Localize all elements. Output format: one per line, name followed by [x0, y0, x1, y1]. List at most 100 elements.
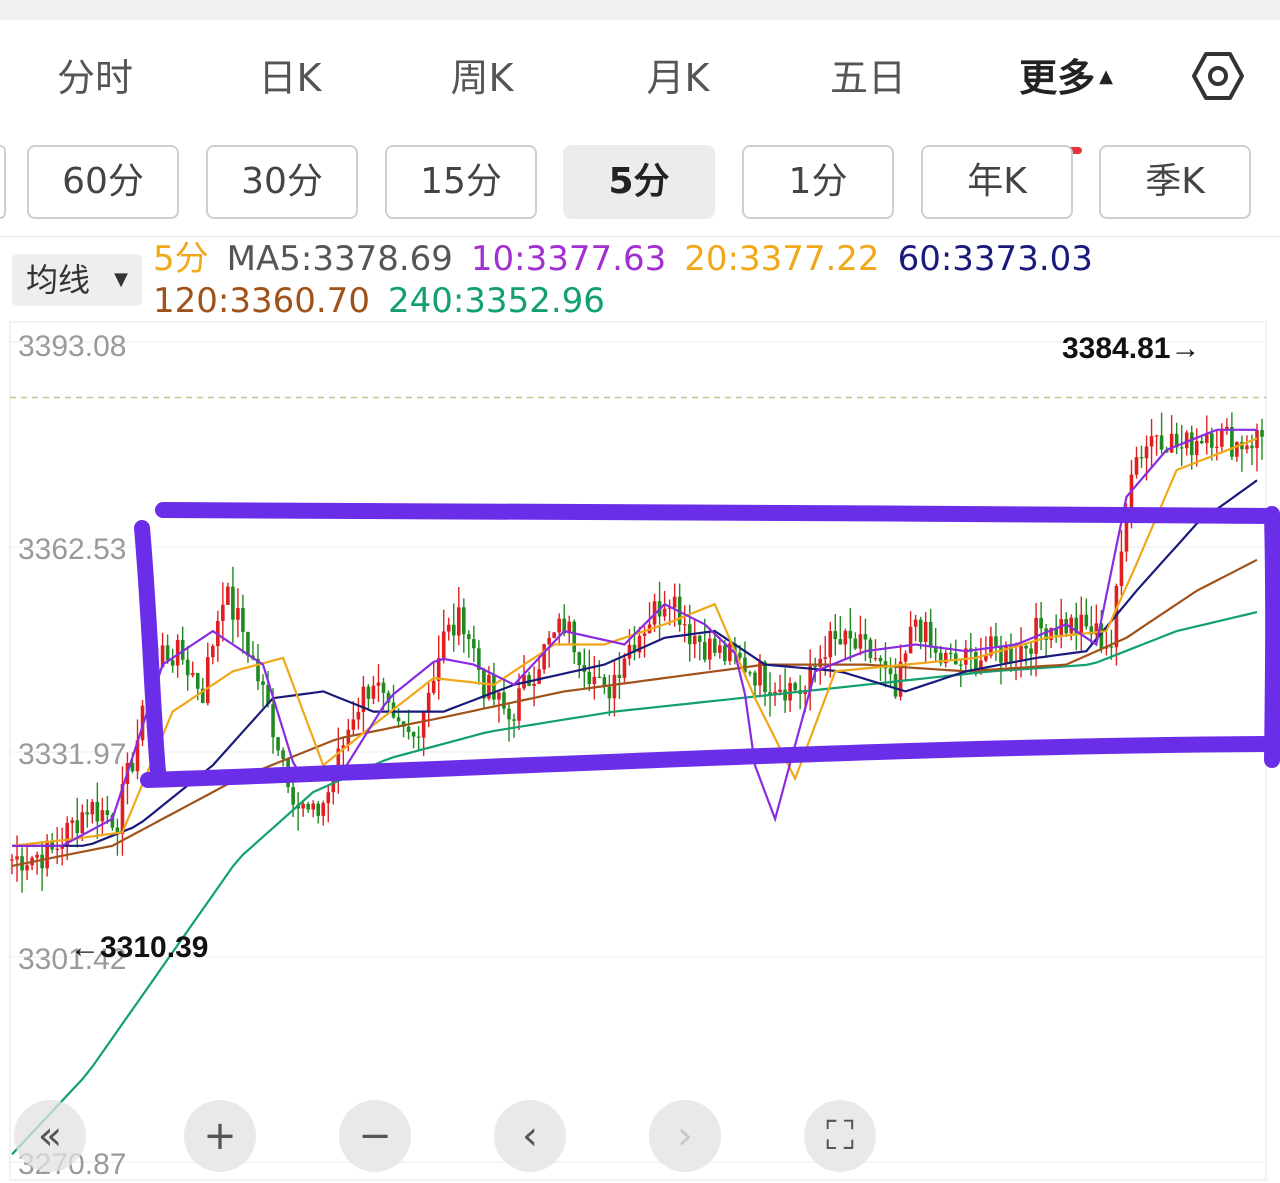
candle-body: [261, 681, 265, 685]
candle-body: [95, 801, 100, 822]
ma-selector-label: 均线: [26, 261, 91, 299]
period-15min-button[interactable]: 15分: [385, 145, 537, 219]
ma120-line: [11, 558, 1258, 867]
legend-ma20: 20:3377.22: [684, 239, 880, 279]
candle-body: [612, 674, 617, 699]
candle-body: [532, 683, 536, 686]
candle-body: [1039, 617, 1043, 629]
candle-body: [25, 865, 29, 871]
candle-body: [858, 634, 863, 649]
scroll-left-button[interactable]: ‹: [494, 1100, 566, 1172]
candle-body: [1154, 435, 1159, 437]
zoom-out-button[interactable]: −: [339, 1100, 411, 1172]
candle-body: [622, 658, 627, 678]
candle-body: [426, 692, 431, 711]
candle-body: [1139, 457, 1144, 459]
kline-chart[interactable]: 3393.083362.533331.973301.423270.87 3384…: [0, 320, 1280, 1182]
candle-body: [1159, 435, 1164, 450]
legend-period: 5分: [153, 239, 209, 279]
settings-button[interactable]: [1190, 48, 1246, 104]
tab-intraday[interactable]: 分时: [45, 50, 145, 106]
tab-daily-k[interactable]: 日K: [240, 50, 340, 106]
candle-body: [1144, 446, 1149, 459]
candle-body: [416, 736, 421, 738]
candle-body: [276, 737, 280, 751]
divider: [0, 236, 1280, 237]
candle-body: [472, 639, 476, 649]
tab-monthly-k[interactable]: 月K: [628, 50, 728, 106]
candle-body: [1134, 457, 1139, 475]
candle-body: [923, 621, 928, 642]
candle-body: [542, 644, 546, 670]
period-year-k-button[interactable]: 年K: [921, 145, 1073, 219]
candle-body: [948, 652, 953, 655]
zoom-in-button[interactable]: +: [184, 1100, 256, 1172]
candle-body: [170, 660, 175, 666]
candle-body: [306, 803, 310, 810]
candle-body: [1189, 432, 1194, 456]
candle-body: [456, 607, 461, 636]
candle-body: [662, 608, 667, 617]
candle-body: [577, 652, 582, 666]
candle-body: [321, 803, 326, 816]
candle-body: [502, 692, 506, 709]
candle-body: [818, 658, 823, 668]
candle-body: [702, 641, 707, 660]
candle-body: [497, 692, 501, 700]
chart-nav-bar: « + − ‹ › ⛶: [0, 1098, 1280, 1178]
zoom-in-icon: +: [203, 1113, 237, 1159]
candle-body: [908, 626, 913, 654]
candle-body: [226, 586, 230, 605]
candle-body: [411, 732, 416, 737]
candle-body: [587, 671, 592, 685]
candle-body: [1260, 430, 1264, 437]
candle-body: [843, 630, 848, 645]
ma-selector-dropdown[interactable]: 均线 ▼: [12, 254, 142, 306]
candle-body: [492, 674, 496, 700]
candle-body: [396, 717, 401, 722]
candle-body: [1029, 648, 1033, 654]
candle-body: [1245, 445, 1249, 450]
candle-body: [994, 636, 998, 646]
caret-up-icon: ▲: [1099, 65, 1113, 87]
y-tick-label: 3362.53: [18, 533, 126, 566]
candle-body: [446, 624, 451, 632]
candle-body: [75, 820, 80, 834]
candle-body: [211, 646, 215, 658]
legend-ma5: MA5:3378.69: [226, 239, 453, 279]
candle-body: [1230, 426, 1234, 457]
period-quarter-k-button[interactable]: 季K: [1099, 145, 1251, 219]
candle-body: [1209, 433, 1214, 448]
candle-body: [893, 674, 898, 697]
period-1min-button[interactable]: 1分: [742, 145, 894, 219]
status-strip: [0, 0, 1280, 20]
annotation-left-edge: [134, 520, 166, 780]
scroll-right-button[interactable]: ›: [649, 1100, 721, 1172]
period-5min-button[interactable]: 5分: [563, 145, 715, 219]
candle-body: [707, 638, 712, 660]
candle-body: [682, 624, 687, 626]
annotation-top-edge: [155, 502, 1280, 524]
dropdown-triangle-icon: ▼: [114, 269, 128, 290]
fullscreen-button[interactable]: ⛶: [804, 1100, 876, 1172]
candle-body: [105, 810, 110, 815]
period-30min-button[interactable]: 30分: [206, 145, 358, 219]
candle-body: [1250, 445, 1254, 449]
period-60min-button[interactable]: 60分: [27, 145, 179, 219]
candle-body: [205, 657, 210, 704]
tab-weekly-k[interactable]: 周K: [432, 50, 532, 106]
jump-start-button[interactable]: «: [14, 1100, 86, 1172]
low-price-label: ←3310.39: [70, 931, 208, 964]
tab-more[interactable]: 更多 ▲: [1006, 50, 1126, 106]
candle-body: [547, 637, 551, 645]
period-button-partial[interactable]: [0, 145, 6, 219]
y-tick-label: 3331.97: [18, 738, 126, 771]
candle-body: [366, 686, 371, 699]
candle-body: [718, 645, 722, 653]
tab-five-day[interactable]: 五日: [818, 50, 918, 106]
candle-body: [185, 659, 190, 676]
candle-body: [1235, 441, 1239, 457]
annotation-right-edge: [1264, 506, 1280, 768]
candle-body: [828, 631, 833, 658]
candle-body: [406, 726, 411, 733]
